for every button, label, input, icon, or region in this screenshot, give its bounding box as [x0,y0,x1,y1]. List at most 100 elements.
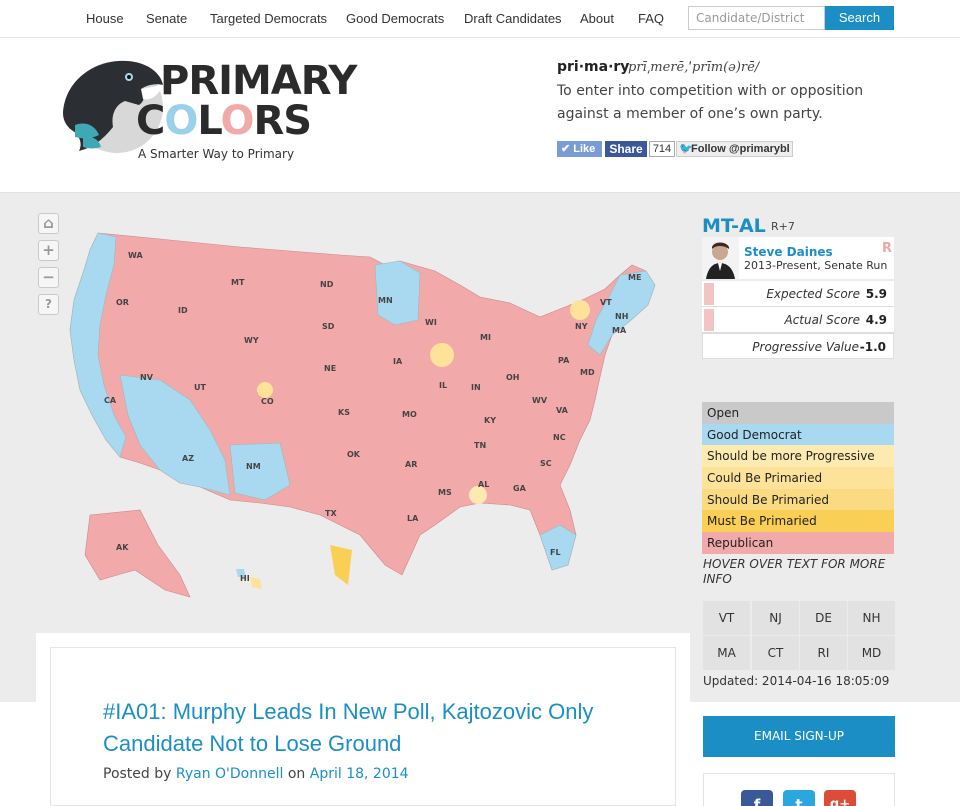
definition-word: pri·ma·ry [557,59,630,75]
state-label: AR [405,460,417,469]
state-label: MO [402,410,417,419]
state-button-nj[interactable]: NJ [752,601,799,635]
score-value: 4.9 [865,313,887,327]
state-button-vt[interactable]: VT [703,601,750,635]
state-label: NE [324,364,336,373]
state-label: ME [628,273,641,282]
score-label: Actual Score [784,313,861,327]
twitter-follow-button[interactable]: 🐦 Follow @primarybl [676,141,793,157]
hawaii-shape [250,577,262,589]
twitter-icon[interactable]: t [783,790,815,806]
posted-by-label: Posted by [103,766,172,782]
party-badge: R [882,241,893,256]
like-label: Like [573,143,596,155]
state-button-ri[interactable]: RI [800,636,847,670]
logo-letter: L [197,98,221,144]
legend-good-democrat[interactable]: Good Democrat [702,424,894,446]
score-bar [704,309,714,331]
state-label: GA [513,484,527,493]
logo-letter: O [164,98,198,144]
nav-targeted-democrats[interactable]: Targeted Democrats [210,11,327,26]
nav-faq[interactable]: FAQ [638,11,664,26]
yellow-district [570,300,590,320]
state-label: AL [478,480,489,489]
search-input[interactable]: Candidate/District [688,6,825,30]
nav-senate[interactable]: Senate [146,11,187,26]
state-label: KS [338,408,350,417]
representative-name[interactable]: Steve Daines [744,245,833,259]
state-label: WA [128,251,143,260]
state-button-nh[interactable]: NH [848,601,895,635]
author-link[interactable]: Ryan O'Donnell [176,766,284,782]
state-label: IN [471,383,481,392]
facebook-share-button[interactable]: Share [605,141,647,157]
date-link[interactable]: April 18, 2014 [310,766,409,782]
legend-must-be-primaried[interactable]: Must Be Primaried [702,510,894,532]
district-code: MT-AL [702,215,766,237]
state-label: MN [378,296,393,305]
state-label: VT [600,298,612,307]
legend-republican[interactable]: Republican [702,532,894,554]
twitter-bird-icon: 🐦 [679,143,693,155]
alaska-shape [84,509,191,598]
progressive-value-row: Progressive Value -1.0 [702,333,894,359]
legend-could-be-primaried[interactable]: Could Be Primaried [702,467,894,489]
state-label: HI [240,574,250,583]
state-label: SD [322,322,335,331]
state-button-de[interactable]: DE [800,601,847,635]
state-button-ma[interactable]: MA [703,636,750,670]
state-label: ND [320,280,334,289]
state-label: TX [325,509,337,518]
score-bar [704,283,714,305]
state-label: MS [438,488,452,497]
state-label: IL [439,381,447,390]
search-button[interactable]: Search [825,6,894,30]
state-label: FL [550,548,561,557]
state-label: SC [540,459,552,468]
google-plus-icon[interactable]: g+ [824,790,856,806]
state-label: CO [261,397,274,406]
yellow-district [257,382,273,398]
district-map[interactable]: WA OR CA NV ID MT WY UT AZ CO NM ND SD N… [40,225,680,610]
nav-draft-candidates[interactable]: Draft Candidates [464,11,562,26]
hover-note: HOVER OVER TEXT FOR MORE INFO [703,557,886,586]
state-label: IA [393,357,403,366]
district-lean: R+7 [771,220,795,233]
state-button-ct[interactable]: CT [752,636,799,670]
facebook-like-button[interactable]: ✔ Like [557,141,602,157]
share-count: 714 [649,141,675,157]
follow-label: Follow @primarybl [691,143,790,155]
share-box: f t g+ [703,773,895,806]
nav-good-democrats[interactable]: Good Democrats [346,11,444,26]
state-label: MT [231,278,245,287]
state-label: MD [580,368,595,377]
state-label: PA [558,356,570,365]
score-value: 5.9 [865,287,887,301]
definition-text: To enter into competition with or opposi… [557,83,864,122]
nav-house[interactable]: House [86,11,124,26]
state-label: OK [347,450,361,459]
logo-colors-text: COLORS [136,98,312,144]
email-signup-button[interactable]: EMAIL SIGN-UP [703,716,895,757]
legend-should-be-more-progressive[interactable]: Should be more Progressive [702,445,894,467]
legend-should-be-primaried[interactable]: Should Be Primaried [702,489,894,511]
state-label: NY [575,322,588,331]
yellow-district [330,545,352,585]
state-label: KY [484,416,496,425]
check-icon: ✔ [561,143,571,155]
logo-tagline: A Smarter Way to Primary [138,147,295,161]
state-label: AK [116,543,129,552]
on-label: on [287,766,306,782]
representative-card: Steve Daines 2013-Present, Senate Run R [702,237,894,279]
article-title[interactable]: #IA01: Murphy Leads In New Poll, Kajtozo… [103,696,663,760]
state-label: NC [553,433,566,442]
state-button-md[interactable]: MD [848,636,895,670]
nav-about[interactable]: About [580,11,614,26]
logo-letter: O [220,98,254,144]
state-label: LA [407,514,419,523]
state-label: CA [104,396,117,405]
legend-open[interactable]: Open [702,402,894,424]
state-label: AZ [182,454,194,463]
state-label: OH [506,373,520,382]
facebook-icon[interactable]: f [741,790,773,806]
